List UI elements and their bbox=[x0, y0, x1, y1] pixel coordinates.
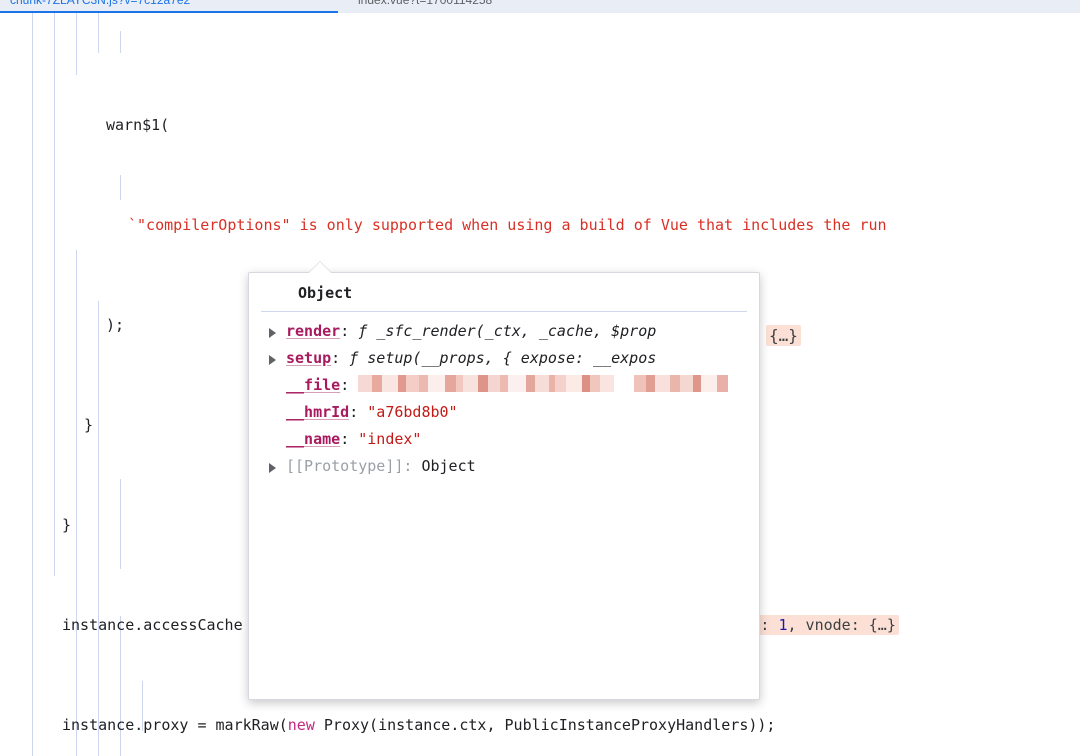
popover-property-list: render: ƒ _sfc_render(_ctx, _cache, $pro… bbox=[249, 312, 759, 480]
property-key: __hmrId bbox=[286, 403, 349, 421]
property-key: render bbox=[286, 322, 340, 340]
property-value: "index" bbox=[358, 430, 421, 448]
object-inspector-popover[interactable]: Object render: ƒ _sfc_render(_ctx, _cach… bbox=[248, 272, 760, 700]
property-key: setup bbox=[286, 349, 331, 367]
chevron-right-icon[interactable] bbox=[269, 328, 276, 338]
property-row-setup[interactable]: setup: ƒ setup(__props, { expose: __expo… bbox=[249, 345, 759, 372]
code-line: instance.proxy = markRaw(new Proxy(insta… bbox=[0, 713, 1080, 738]
property-key: __file bbox=[286, 376, 340, 394]
chevron-right-icon[interactable] bbox=[269, 463, 276, 473]
property-key: __name bbox=[286, 430, 340, 448]
property-value: ƒ setup(__props, { expose: __expos bbox=[349, 349, 656, 367]
code-line: `"compilerOptions" is only supported whe… bbox=[0, 213, 1080, 238]
devtools-tab-strip: chunk-7ZLAYC3N.js?v=7c12a7e2 index.vue?t… bbox=[0, 0, 1080, 13]
property-value: ƒ _sfc_render(_ctx, _cache, $prop bbox=[358, 322, 656, 340]
property-row-render[interactable]: render: ƒ _sfc_render(_ctx, _cache, $pro… bbox=[249, 318, 759, 345]
inline-eval-value-tail: {…} bbox=[766, 326, 801, 345]
code-line: warn$1( bbox=[0, 113, 1080, 138]
chevron-right-icon[interactable] bbox=[269, 355, 276, 365]
property-row-prototype[interactable]: [[Prototype]]: Object bbox=[249, 453, 759, 480]
tab-index-vue[interactable]: index.vue?t=1700114258 bbox=[348, 0, 502, 13]
property-row-name[interactable]: __name: "index" bbox=[249, 426, 759, 453]
property-row-hmrid[interactable]: __hmrId: "a76bd8b0" bbox=[249, 399, 759, 426]
redacted-file-path bbox=[358, 375, 728, 392]
property-value: "a76bd8b0" bbox=[367, 403, 457, 421]
popover-title: Object bbox=[261, 273, 747, 312]
property-row-file[interactable]: __file: bbox=[249, 372, 759, 399]
property-value: Object bbox=[421, 457, 475, 475]
property-key: [[Prototype]] bbox=[286, 457, 403, 475]
popover-arrow bbox=[309, 262, 331, 273]
